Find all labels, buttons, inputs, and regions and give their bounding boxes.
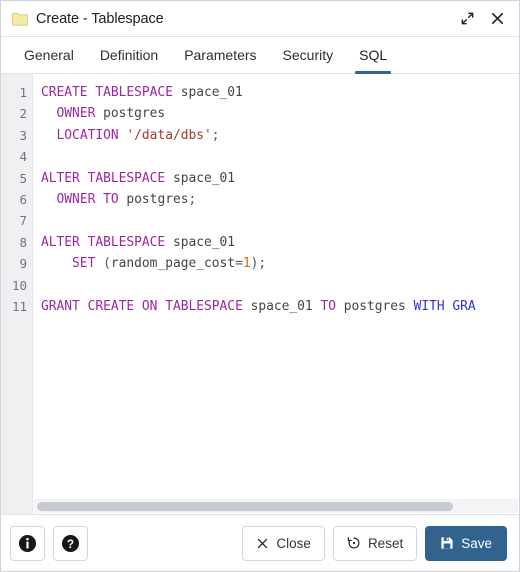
line-number: 6: [19, 192, 27, 208]
close-button[interactable]: Close: [242, 525, 325, 561]
horizontal-scrollbar[interactable]: [34, 499, 518, 513]
tab-security[interactable]: Security: [270, 37, 347, 73]
line-number: 2: [19, 106, 27, 122]
folder-icon: [12, 12, 28, 26]
save-disk-icon: [441, 537, 453, 549]
code-line: OWNER postgres: [56, 106, 166, 122]
dialog-titlebar: Create - Tablespace: [1, 1, 519, 37]
line-number: 9: [19, 256, 27, 272]
line-number: 4: [19, 149, 27, 165]
line-number: 10: [11, 277, 27, 293]
code-line: ALTER TABLESPACE space_01: [41, 170, 236, 186]
line-number: 8: [19, 234, 27, 250]
tab-label: Definition: [99, 47, 159, 63]
code-line: GRANT CREATE ON TABLESPACE space_01 TO p…: [41, 298, 476, 314]
line-number: 1: [19, 85, 27, 100]
code-line: SET (random_page_cost=1);: [72, 256, 267, 272]
sql-editor: 1 2 3 4 5 6 7 8 9 10 11 CREATE TABLESPAC…: [1, 74, 519, 514]
code-line: LOCATION '/data/dbs';: [56, 127, 220, 143]
line-number: 3: [19, 127, 27, 143]
close-x-icon: [258, 538, 268, 548]
dialog-footer: ? Close Reset Save: [1, 514, 519, 571]
scrollbar-thumb[interactable]: [37, 501, 454, 511]
info-icon: [18, 534, 37, 552]
tab-label: General: [24, 47, 74, 63]
sql-code-area[interactable]: CREATE TABLESPACE space_01 OWNER postgre…: [33, 74, 519, 514]
reset-button[interactable]: Reset: [332, 525, 418, 561]
code-line: OWNER TO postgres;: [56, 191, 197, 207]
info-button[interactable]: [10, 525, 45, 561]
expand-icon[interactable]: [455, 7, 479, 31]
save-button[interactable]: Save: [425, 525, 507, 561]
reset-button-label: Reset: [367, 535, 404, 551]
help-icon: ?: [61, 534, 80, 552]
tab-general[interactable]: General: [11, 37, 87, 73]
code-line: CREATE TABLESPACE space_01: [41, 85, 243, 100]
tab-parameters[interactable]: Parameters: [171, 37, 269, 73]
save-button-label: Save: [461, 535, 492, 551]
tab-label: Parameters: [184, 47, 257, 63]
close-button-label: Close: [276, 535, 311, 551]
dialog-title: Create - Tablespace: [36, 10, 164, 27]
create-tablespace-dialog: Create - Tablespace General Definition P…: [0, 0, 520, 572]
reset-icon: [347, 537, 360, 549]
code-line: ALTER TABLESPACE space_01: [41, 234, 236, 250]
dialog-tabs: General Definition Parameters Security S…: [1, 37, 519, 74]
tab-definition[interactable]: Definition: [87, 37, 171, 73]
line-number: 11: [11, 299, 27, 315]
tab-label: SQL: [359, 47, 388, 63]
tab-sql[interactable]: SQL: [346, 37, 400, 74]
line-number: 5: [19, 170, 27, 186]
line-number-gutter: 1 2 3 4 5 6 7 8 9 10 11: [1, 74, 33, 514]
tab-label: Security: [282, 47, 334, 63]
line-number: 7: [19, 213, 27, 229]
svg-text:?: ?: [67, 536, 74, 550]
help-button[interactable]: ?: [53, 525, 88, 561]
close-icon[interactable]: [485, 7, 509, 31]
